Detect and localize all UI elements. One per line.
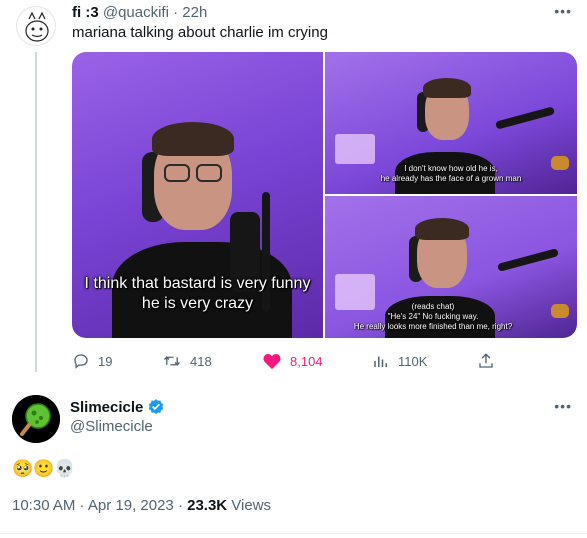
verified-icon	[149, 399, 164, 415]
glasses-shape	[196, 164, 222, 182]
reply-icon	[74, 354, 88, 369]
mic-arm-shape	[494, 106, 556, 130]
handle[interactable]: @quackifi	[103, 4, 169, 21]
like-button[interactable]: 8,104	[262, 350, 323, 372]
shelf-shape	[335, 134, 375, 164]
more-icon[interactable]: •••	[554, 398, 572, 414]
person-hair-shape	[415, 218, 469, 240]
media-bottom-right-image[interactable]: (reads chat) "He's 24" No fucking way. H…	[325, 196, 577, 338]
media-caption: I think that bastard is very funny	[84, 275, 311, 292]
media-main-image[interactable]: I think that bastard is very funny he is…	[72, 52, 323, 338]
display-name[interactable]: Slimecicle	[70, 398, 165, 416]
media-caption: "He's 24" No fucking way.	[387, 312, 479, 321]
display-name[interactable]: fi :3	[72, 4, 99, 21]
like-count: 8,104	[290, 353, 323, 369]
share-icon	[479, 353, 493, 368]
views-count: 23.3K	[187, 497, 228, 514]
more-icon[interactable]: •••	[554, 3, 572, 19]
thread-line	[35, 52, 37, 372]
slime-avatar-drawing	[12, 395, 60, 443]
display-name-text: Slimecicle	[70, 398, 144, 416]
views-button[interactable]: 110K	[372, 350, 427, 372]
separator: ·	[168, 4, 183, 21]
views-count: 110K	[398, 353, 428, 369]
tweet-actions: 19 418 8,104 110K	[72, 350, 512, 372]
media-caption: I don't know how old he is,	[404, 164, 498, 173]
person-hair-shape	[152, 122, 234, 156]
media-top-right-image[interactable]: I don't know how old he is, he already h…	[325, 52, 577, 194]
glasses-shape	[164, 164, 190, 182]
views-label: Views	[227, 497, 272, 514]
tweet-header: fi :3 @quackifi · 22h	[72, 3, 207, 23]
retweet-button[interactable]: 418	[162, 350, 212, 372]
retweet-icon	[164, 356, 180, 366]
person-hair-shape	[423, 78, 471, 98]
avatar[interactable]	[12, 395, 60, 443]
handle[interactable]: @Slimecicle	[70, 418, 153, 435]
media-caption: He really looks more finished than me, r…	[353, 322, 513, 331]
reply-count: 19	[98, 353, 113, 369]
avatar[interactable]	[16, 6, 56, 46]
media-caption: he already has the face of a grown man	[380, 174, 522, 183]
tweet-text: 🥺🙂💀	[12, 459, 76, 478]
timestamp[interactable]: 22h	[182, 4, 207, 21]
timestamp[interactable]: 10:30 AM · Apr 19, 2023 ·	[12, 497, 187, 514]
divider	[0, 533, 587, 534]
views-icon	[374, 356, 387, 367]
media-caption: (reads chat)	[411, 302, 455, 311]
media-caption: he is very crazy	[141, 295, 254, 312]
media-grid[interactable]: I think that bastard is very funny he is…	[72, 52, 577, 338]
reply-button[interactable]: 19	[72, 350, 112, 372]
share-button[interactable]	[477, 350, 495, 372]
tweet-text: mariana talking about charlie im crying	[72, 24, 328, 41]
heart-icon	[263, 354, 281, 370]
retweet-count: 418	[190, 353, 212, 369]
tweet-meta: 10:30 AM · Apr 19, 2023 · 23.3K Views	[12, 497, 271, 514]
mic-arm-shape	[497, 248, 559, 272]
duck-avatar-drawing	[25, 11, 49, 42]
